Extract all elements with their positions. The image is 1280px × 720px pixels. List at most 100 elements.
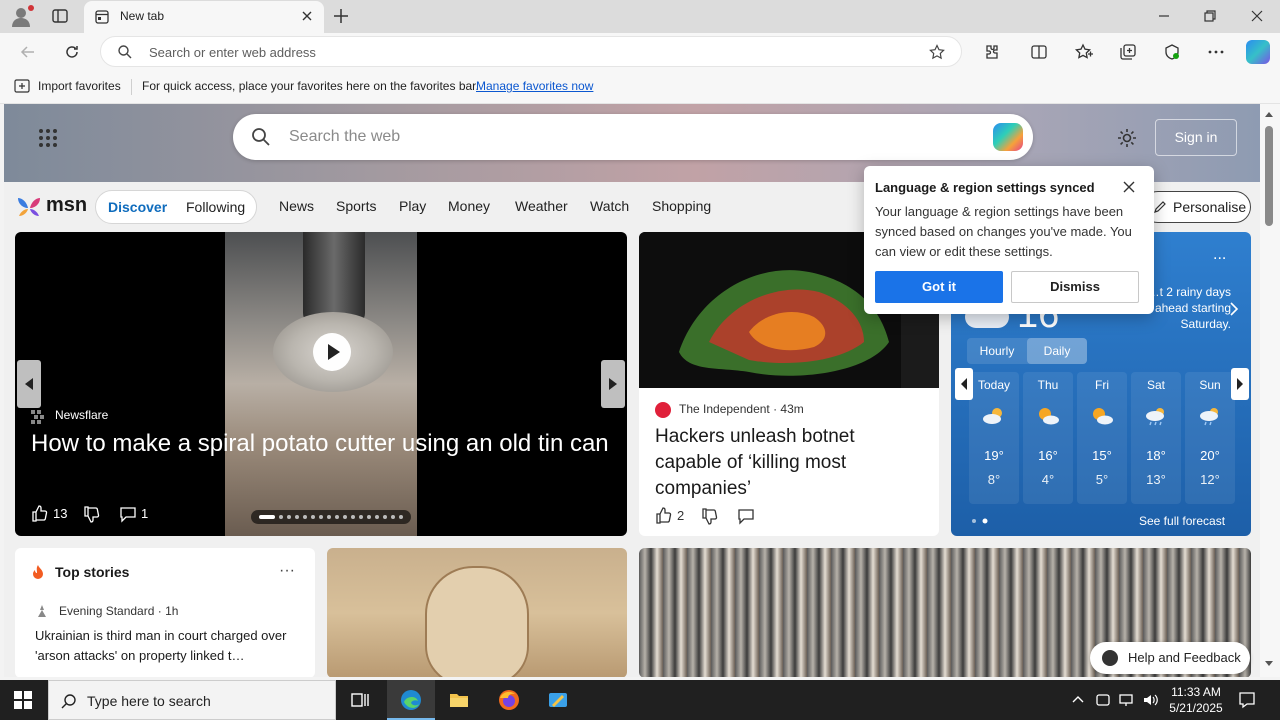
top-stories-more[interactable]: ···	[279, 562, 295, 580]
tab-new-tab[interactable]: New tab	[84, 1, 324, 33]
nav-money[interactable]: Money	[448, 198, 490, 214]
scroll-up-icon[interactable]	[1264, 110, 1274, 118]
personalise-label: Personalise	[1173, 199, 1247, 215]
got-it-button[interactable]: Got it	[875, 271, 1003, 303]
notifications-icon[interactable]	[1238, 691, 1256, 709]
split-screen-icon[interactable]	[1029, 42, 1049, 62]
web-search-input[interactable]: Search the web	[289, 128, 400, 146]
portrait-story-card[interactable]	[327, 548, 627, 677]
personalise-button[interactable]: Personalise	[1142, 191, 1251, 223]
page-scrollbar[interactable]	[1260, 104, 1280, 677]
nav-play[interactable]: Play	[399, 198, 426, 214]
popup-body: Your language & region settings have bee…	[875, 204, 1132, 259]
next-arrow-icon[interactable]	[601, 360, 625, 408]
comment-icon[interactable]	[119, 505, 137, 523]
nav-sports[interactable]: Sports	[336, 198, 376, 214]
see-full-forecast-link[interactable]: See full forecast	[1139, 514, 1225, 528]
taskbar-firefox[interactable]	[485, 680, 533, 720]
forecast-day[interactable]: Sat 18° 13°	[1131, 372, 1181, 504]
taskbar-app[interactable]	[534, 680, 582, 720]
tab-following[interactable]: Following	[186, 199, 245, 215]
dislike-icon[interactable]	[701, 508, 719, 526]
taskbar-search-input[interactable]: Type here to search	[87, 693, 211, 709]
video-headline[interactable]: How to make a spiral potato cutter using…	[31, 428, 611, 460]
forecast-day[interactable]: Sun 20° 12°	[1185, 372, 1235, 504]
scrollbar-thumb[interactable]	[1265, 126, 1273, 226]
show-hidden-icons-icon[interactable]	[1070, 692, 1086, 708]
play-icon[interactable]	[313, 333, 351, 371]
collections-icon[interactable]	[1118, 42, 1138, 62]
like-icon[interactable]	[31, 504, 49, 522]
sun-cloud-icon	[1039, 408, 1059, 425]
dislike-icon[interactable]	[83, 506, 101, 524]
import-favorites-icon[interactable]	[14, 79, 30, 93]
forecast-day[interactable]: Fri 15° 5°	[1077, 372, 1127, 504]
partly-cloudy-icon	[983, 408, 1002, 424]
taskbar-search-box[interactable]: Type here to search	[48, 680, 336, 720]
close-tab-icon[interactable]	[300, 9, 314, 23]
featured-video-card[interactable]: Newsflare How to make a spiral potato cu…	[15, 232, 627, 536]
forecast-day[interactable]: Thu 16° 4°	[1023, 372, 1073, 504]
help-and-feedback-button[interactable]: Help and Feedback	[1090, 642, 1250, 674]
tab-daily[interactable]: Daily	[1027, 338, 1087, 364]
task-view-button[interactable]	[336, 680, 384, 720]
minimize-icon[interactable]	[1156, 8, 1172, 24]
manage-favorites-link[interactable]: Manage favorites now	[476, 79, 593, 93]
scroll-down-icon[interactable]	[1264, 660, 1274, 668]
comment-icon[interactable]	[737, 507, 755, 525]
nav-shopping[interactable]: Shopping	[652, 198, 711, 214]
page-settings-gear-icon[interactable]	[1116, 127, 1138, 149]
new-tab-icon[interactable]	[332, 7, 350, 25]
meet-now-icon[interactable]	[1095, 692, 1111, 708]
extensions-icon[interactable]	[981, 42, 1001, 62]
close-window-icon[interactable]	[1249, 8, 1265, 24]
story-source[interactable]: Evening Standard · 1h	[59, 604, 178, 618]
copilot-icon[interactable]	[1246, 40, 1270, 64]
app-launcher-icon[interactable]	[38, 128, 58, 148]
msn-logo[interactable]: msn	[16, 192, 87, 220]
day-high: 15°	[1092, 448, 1112, 463]
like-icon[interactable]	[655, 506, 673, 524]
weather-more-options[interactable]: ...	[1213, 246, 1226, 264]
sign-in-button[interactable]: Sign in	[1155, 119, 1237, 156]
nav-weather[interactable]: Weather	[515, 198, 568, 214]
taskbar-file-explorer[interactable]	[435, 680, 483, 720]
nav-watch[interactable]: Watch	[590, 198, 629, 214]
taskbar-clock[interactable]: 11:33 AM 5/21/2025	[1162, 684, 1230, 716]
add-favorite-star-icon[interactable]	[929, 44, 945, 60]
network-icon[interactable]	[1118, 692, 1134, 708]
day-high: 16°	[1038, 448, 1058, 463]
favorites-hint: For quick access, place your favorites h…	[142, 79, 479, 93]
forecast-day[interactable]: Today 19° 8°	[969, 372, 1019, 504]
taskbar-edge[interactable]	[387, 680, 435, 720]
nav-news[interactable]: News	[279, 198, 314, 214]
restore-icon[interactable]	[1202, 8, 1218, 24]
refresh-icon[interactable]	[62, 42, 82, 62]
news-headline[interactable]: Hackers unleash botnet capable of ‘killi…	[655, 424, 925, 502]
tab-hourly[interactable]: Hourly	[967, 338, 1027, 364]
chevron-right-icon[interactable]	[1229, 302, 1239, 316]
video-source[interactable]: Newsflare	[55, 408, 108, 422]
tab-discover[interactable]: Discover	[108, 199, 167, 215]
more-menu-icon[interactable]	[1206, 42, 1226, 62]
volume-icon[interactable]	[1142, 692, 1158, 708]
browser-essentials-icon[interactable]	[1162, 42, 1182, 62]
copilot-search-icon[interactable]	[993, 123, 1023, 151]
carousel-indicator[interactable]	[251, 510, 411, 524]
tab-actions-icon[interactable]	[52, 8, 68, 24]
previous-arrow-icon[interactable]	[17, 360, 41, 408]
dismiss-button[interactable]: Dismiss	[1011, 271, 1139, 303]
top-stories-heading[interactable]: Top stories	[55, 564, 129, 580]
import-favorites-button[interactable]: Import favorites	[38, 79, 121, 93]
day-low: 12°	[1200, 472, 1220, 487]
news-source[interactable]: The Independent · 43m	[679, 402, 804, 416]
close-icon[interactable]	[1122, 180, 1136, 194]
story-headline[interactable]: Ukrainian is third man in court charged …	[35, 626, 305, 666]
address-input[interactable]: Search or enter web address	[149, 45, 316, 60]
back-icon[interactable]	[18, 42, 38, 62]
day-name: Today	[977, 378, 1011, 392]
address-bar[interactable]: Search or enter web address	[100, 36, 962, 67]
favorites-icon[interactable]	[1074, 42, 1094, 62]
windows-start-icon[interactable]	[14, 691, 32, 709]
web-search-box[interactable]: Search the web	[233, 114, 1033, 160]
